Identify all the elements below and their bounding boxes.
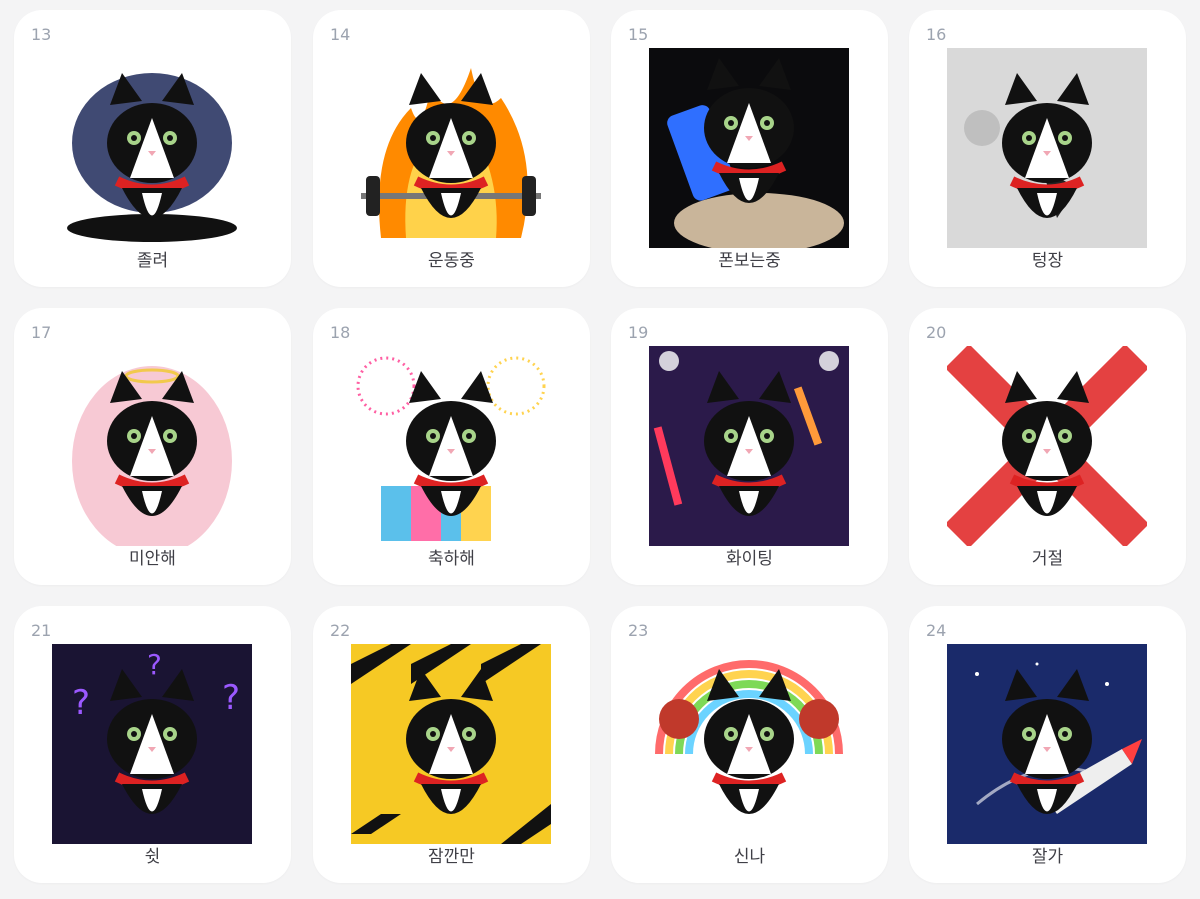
sorry-cat-icon [52, 346, 252, 546]
sticker-number: 16 [926, 25, 947, 44]
sticker-card[interactable]: 21??? 쉿 [14, 606, 291, 883]
sticker-card[interactable]: 14 운동중 [313, 10, 590, 287]
sticker-number: 15 [628, 25, 649, 44]
sticker-label: 졸려 [136, 251, 169, 271]
sticker-card[interactable]: 20 거절 [909, 308, 1186, 585]
sticker-number: 14 [330, 25, 351, 44]
shush-cat-icon: ??? [52, 644, 252, 844]
sticker-number: 19 [628, 323, 649, 342]
sticker-number: 18 [330, 323, 351, 342]
workout-cat-icon [351, 48, 551, 248]
sticker-label: 텅장 [1031, 251, 1064, 271]
sticker-card[interactable]: 13 졸려 [14, 10, 291, 287]
sticker-label: 폰보는중 [718, 251, 781, 271]
sticker-label: 축하해 [428, 549, 475, 569]
sticker-number: 13 [31, 25, 52, 44]
goodbye-rocket-cat-icon [947, 644, 1147, 844]
sticker-label: 잠깐만 [428, 847, 475, 867]
sticker-label: 운동중 [428, 251, 475, 271]
sticker-number: 23 [628, 621, 649, 640]
sticker-number: 24 [926, 621, 947, 640]
congrats-cat-icon [351, 346, 551, 546]
cheering-cat-icon [649, 346, 849, 546]
sticker-number: 20 [926, 323, 947, 342]
sticker-card[interactable]: 16 텅장 [909, 10, 1186, 287]
wait-cat-icon [351, 644, 551, 844]
sticker-card[interactable]: 22 잠깐만 [313, 606, 590, 883]
refusal-cat-icon [947, 346, 1147, 546]
sticker-label: 미안해 [129, 549, 176, 569]
sticker-card[interactable]: 15 폰보는중 [611, 10, 888, 287]
svg-text:?: ? [72, 683, 90, 723]
phone-cat-icon [649, 48, 849, 248]
sticker-card[interactable]: 17 미안해 [14, 308, 291, 585]
sticker-label: 신나 [733, 847, 766, 867]
sticker-label: 거절 [1031, 549, 1064, 569]
svg-text:?: ? [147, 648, 162, 681]
sleepy-cat-icon [52, 48, 252, 248]
sticker-label: 화이팅 [726, 549, 773, 569]
sticker-card[interactable]: 19 화이팅 [611, 308, 888, 585]
excited-cat-icon [649, 644, 849, 844]
sticker-card[interactable]: 24 잘가 [909, 606, 1186, 883]
sticker-card[interactable]: 18 축하해 [313, 308, 590, 585]
sticker-number: 22 [330, 621, 351, 640]
sticker-number: 21 [31, 621, 52, 640]
sticker-number: 17 [31, 323, 52, 342]
sticker-card[interactable]: 23 신나 [611, 606, 888, 883]
svg-text:?: ? [222, 678, 240, 718]
sticker-label: 잘가 [1031, 847, 1064, 867]
empty-wallet-cat-icon [947, 48, 1147, 248]
sticker-label: 쉿 [144, 847, 161, 867]
